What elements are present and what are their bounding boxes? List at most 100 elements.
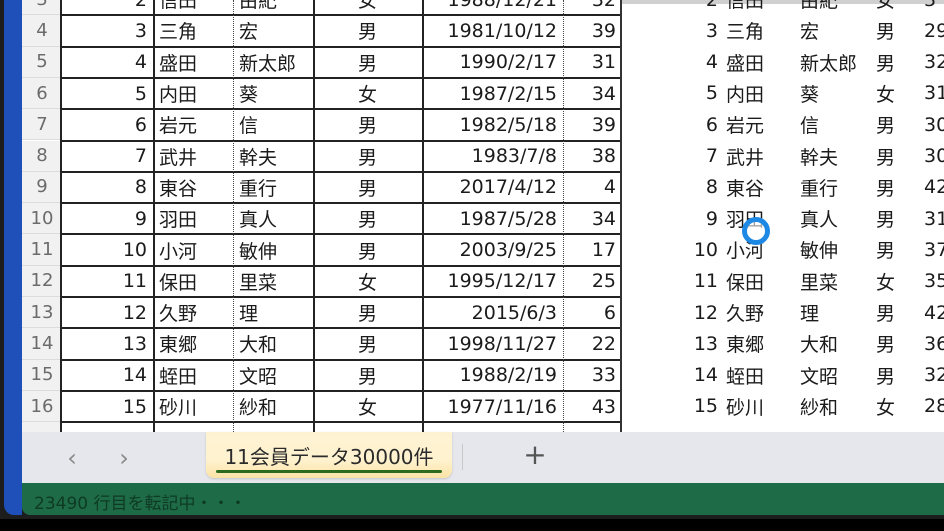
- cell-age[interactable]: 39: [563, 109, 622, 140]
- cell-birthdate[interactable]: 1981/10/12: [422, 15, 563, 46]
- cell-birthdate[interactable]: 1988/2/19: [422, 360, 563, 391]
- cell-birthdate[interactable]: 1995/12/17: [422, 266, 563, 297]
- row-header[interactable]: 11: [22, 234, 62, 266]
- cell-age[interactable]: 39: [563, 15, 622, 46]
- spreadsheet-grid[interactable]: 32信田由紀女1988/12/213243三角宏男1981/10/123954盛…: [22, 0, 622, 432]
- cell-gender[interactable]: 男: [313, 15, 422, 46]
- cell-age[interactable]: 22: [563, 328, 622, 359]
- cell-first-name[interactable]: 紗和: [233, 391, 313, 422]
- cell-birthdate[interactable]: 1988/12/21: [422, 0, 563, 15]
- cell-gender[interactable]: 男: [313, 328, 422, 359]
- cell-age[interactable]: 31: [563, 47, 622, 78]
- cell-no[interactable]: 9: [62, 203, 153, 234]
- row-header[interactable]: 13: [22, 297, 62, 329]
- cell-first-name[interactable]: 文昭: [233, 360, 313, 391]
- cell-gender[interactable]: 男: [313, 234, 422, 265]
- cell-last-name[interactable]: 信田: [153, 0, 233, 15]
- cell-first-name[interactable]: 幹夫: [233, 141, 313, 172]
- row-header[interactable]: 16: [22, 390, 62, 423]
- cell-birthdate[interactable]: 2003/9/25: [422, 234, 563, 265]
- cell-first-name[interactable]: 宏: [233, 15, 313, 46]
- cell-last-name[interactable]: 盛田: [153, 47, 233, 78]
- add-sheet-button[interactable]: +: [520, 438, 550, 471]
- cell-no[interactable]: 4: [62, 47, 153, 78]
- cell-no[interactable]: 3: [62, 15, 153, 46]
- cell-first-name[interactable]: 信: [233, 109, 313, 140]
- cell-age[interactable]: 34: [563, 78, 622, 109]
- chevron-right-icon[interactable]: ›: [112, 444, 136, 472]
- row-header[interactable]: 12: [22, 265, 62, 297]
- cell-gender[interactable]: 男: [313, 47, 422, 78]
- cell-no[interactable]: 10: [62, 234, 153, 265]
- cell-last-name[interactable]: 武井: [153, 141, 233, 172]
- cell-birthdate[interactable]: 1990/2/17: [422, 47, 563, 78]
- cell-gender[interactable]: 女: [313, 391, 422, 422]
- cell-gender[interactable]: 男: [313, 203, 422, 234]
- row-header[interactable]: 15: [22, 359, 62, 391]
- cell-first-name[interactable]: 重行: [233, 172, 313, 203]
- cell-gender[interactable]: 男: [313, 172, 422, 203]
- row-header[interactable]: 8: [22, 140, 62, 172]
- cell-last-name[interactable]: 久野: [153, 297, 233, 328]
- row-header[interactable]: 14: [22, 328, 62, 360]
- cell-gender[interactable]: 女: [313, 266, 422, 297]
- cell-gender[interactable]: 男: [313, 109, 422, 140]
- cell-first-name[interactable]: 真人: [233, 203, 313, 234]
- cell-age[interactable]: 43: [563, 391, 622, 422]
- row-header[interactable]: 6: [22, 77, 62, 110]
- cell-no[interactable]: 5: [62, 78, 153, 109]
- cell-gender[interactable]: 男: [313, 297, 422, 328]
- cell-first-name[interactable]: 里菜: [233, 266, 313, 297]
- cell-last-name[interactable]: 羽田: [153, 203, 233, 234]
- cell-last-name[interactable]: 東郷: [153, 328, 233, 359]
- row-header[interactable]: [22, 422, 62, 432]
- cell-age[interactable]: 33: [563, 360, 622, 391]
- cell-age[interactable]: 32: [563, 0, 622, 15]
- row-header[interactable]: 7: [22, 109, 62, 141]
- cell-gender[interactable]: 男: [313, 141, 422, 172]
- cell-no[interactable]: 8: [62, 172, 153, 203]
- cell-age[interactable]: 4: [563, 172, 622, 203]
- cell-no[interactable]: 7: [62, 141, 153, 172]
- cell-last-name[interactable]: 岩元: [153, 109, 233, 140]
- cell-no[interactable]: 11: [62, 266, 153, 297]
- cell-no[interactable]: 13: [62, 328, 153, 359]
- cell-gender[interactable]: 女: [313, 78, 422, 109]
- cell-birthdate[interactable]: 1983/7/8: [422, 141, 563, 172]
- sheet-tab-active[interactable]: 11会員データ30000件: [206, 432, 452, 478]
- cell-last-name[interactable]: 内田: [153, 78, 233, 109]
- cell-first-name[interactable]: 敏伸: [233, 234, 313, 265]
- cell-last-name[interactable]: 小河: [153, 234, 233, 265]
- cell-first-name[interactable]: 葵: [233, 78, 313, 109]
- cell-gender[interactable]: 女: [313, 0, 422, 15]
- cell-no[interactable]: 15: [62, 391, 153, 422]
- cell-birthdate[interactable]: 2015/6/3: [422, 297, 563, 328]
- cell-birthdate[interactable]: 1998/11/27: [422, 328, 563, 359]
- cell-last-name[interactable]: 保田: [153, 266, 233, 297]
- row-header[interactable]: 9: [22, 171, 62, 204]
- cell-no[interactable]: 14: [62, 360, 153, 391]
- cell-last-name[interactable]: 蛭田: [153, 360, 233, 391]
- row-header[interactable]: 3: [22, 0, 62, 16]
- cell-no[interactable]: 2: [62, 0, 153, 15]
- cell-first-name[interactable]: 由紀: [233, 0, 313, 15]
- cell-age[interactable]: 25: [563, 266, 622, 297]
- cell-birthdate[interactable]: 1987/5/28: [422, 203, 563, 234]
- cell-first-name[interactable]: 大和: [233, 328, 313, 359]
- cell-birthdate[interactable]: 1982/5/18: [422, 109, 563, 140]
- chevron-left-icon[interactable]: ‹: [60, 444, 84, 472]
- cell-last-name[interactable]: 三角: [153, 15, 233, 46]
- cell-age[interactable]: 17: [563, 234, 622, 265]
- cell-age[interactable]: 38: [563, 141, 622, 172]
- cell-last-name[interactable]: 東谷: [153, 172, 233, 203]
- cell-age[interactable]: 6: [563, 297, 622, 328]
- cell-gender[interactable]: 男: [313, 360, 422, 391]
- row-header[interactable]: 5: [22, 46, 62, 78]
- cell-no[interactable]: 12: [62, 297, 153, 328]
- cell-birthdate[interactable]: 2017/4/12: [422, 172, 563, 203]
- cell-first-name[interactable]: 理: [233, 297, 313, 328]
- row-header[interactable]: 4: [22, 15, 62, 47]
- cell-birthdate[interactable]: 1987/2/15: [422, 78, 563, 109]
- cell-birthdate[interactable]: 1977/11/16: [422, 391, 563, 422]
- cell-age[interactable]: 34: [563, 203, 622, 234]
